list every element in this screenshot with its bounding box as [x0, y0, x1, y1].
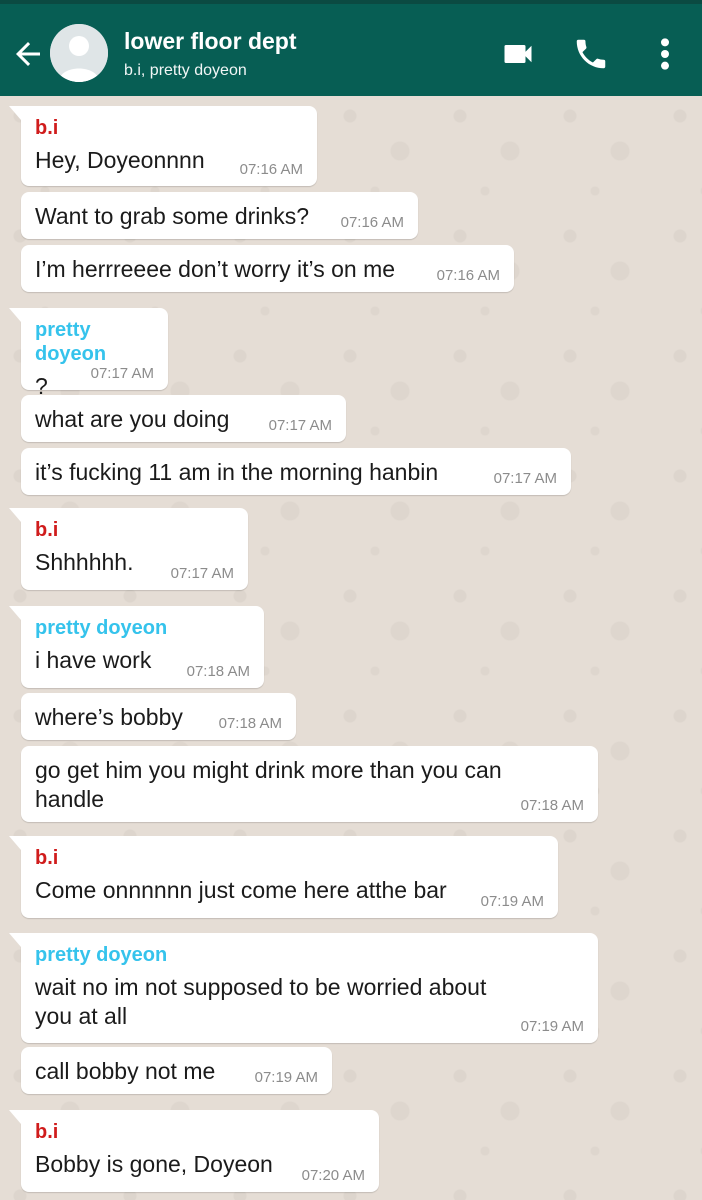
- message-bubble[interactable]: pretty doyeon wait no im not supposed to…: [9, 933, 598, 1043]
- message-bubble[interactable]: go get him you might drink more than you…: [21, 746, 598, 822]
- voice-call-icon[interactable]: [572, 34, 610, 74]
- message-time: 07:19 AM: [520, 1018, 584, 1035]
- message-time: 07:17 AM: [268, 417, 332, 434]
- message-bubble[interactable]: Want to grab some drinks? 07:16 AM: [21, 192, 418, 239]
- message-time: 07:18 AM: [520, 797, 584, 814]
- message-bubble[interactable]: what are you doing 07:17 AM: [21, 395, 346, 442]
- message-text: wait no im not supposed to be worried ab…: [35, 974, 487, 1029]
- sender-name: b.i: [35, 519, 59, 541]
- message-bubble[interactable]: it’s fucking 11 am in the morning hanbin…: [21, 448, 571, 495]
- message-time: 07:18 AM: [218, 715, 282, 732]
- message-bubble[interactable]: b.i Come onnnnnn just come here atthe ba…: [9, 836, 558, 918]
- group-avatar[interactable]: [50, 24, 108, 82]
- chat-title[interactable]: lower floor dept: [124, 28, 297, 55]
- sender-name: b.i: [35, 847, 59, 869]
- back-arrow-icon[interactable]: [10, 36, 46, 72]
- message-bubble[interactable]: b.i Bobby is gone, Doyeon 07:20 AM: [9, 1110, 379, 1192]
- message-time: 07:16 AM: [340, 214, 404, 231]
- message-time: 07:16 AM: [436, 267, 500, 284]
- message-time: 07:17 AM: [493, 470, 557, 487]
- message-time: 07:16 AM: [239, 161, 303, 178]
- message-time: 07:20 AM: [301, 1167, 365, 1184]
- default-avatar-icon: [50, 24, 108, 82]
- message-text: go get him you might drink more than you…: [35, 757, 502, 812]
- sender-name: pretty doyeon: [35, 944, 168, 966]
- message-time: 07:19 AM: [480, 893, 544, 910]
- message-time: 07:18 AM: [186, 663, 250, 680]
- message-bubble[interactable]: I’m herrreeee don’t worry it’s on me 07:…: [21, 245, 514, 292]
- message-time: 07:19 AM: [254, 1069, 318, 1086]
- message-time: 07:17 AM: [90, 365, 154, 382]
- sender-name: b.i: [35, 117, 59, 139]
- message-bubble[interactable]: where’s bobby 07:18 AM: [21, 693, 296, 740]
- message-bubble[interactable]: b.i Hey, Doyeonnnn 07:16 AM: [9, 106, 317, 186]
- sender-name: pretty doyeon: [35, 617, 168, 639]
- message-text: Come onnnnnn just come here atthe bar: [35, 877, 447, 903]
- more-options-icon[interactable]: [654, 34, 676, 74]
- chat-participants[interactable]: b.i, pretty doyeon: [124, 62, 247, 80]
- message-time: 07:17 AM: [170, 565, 234, 582]
- message-bubble[interactable]: call bobby not me 07:19 AM: [21, 1047, 332, 1094]
- message-text: I’m herrreeee don’t worry it’s on me: [35, 256, 396, 282]
- message-bubble[interactable]: pretty doyeon i have work 07:18 AM: [9, 606, 264, 688]
- message-bubble[interactable]: b.i Shhhhhh. 07:17 AM: [9, 508, 248, 590]
- message-text: it’s fucking 11 am in the morning hanbin: [35, 459, 439, 485]
- message-bubble[interactable]: pretty doyeon ? 07:17 AM: [9, 308, 168, 399]
- sender-name: pretty doyeon: [35, 319, 107, 365]
- message-list[interactable]: b.i Hey, Doyeonnnn 07:16 AM Want to grab…: [0, 96, 702, 1200]
- sender-name: b.i: [35, 1121, 59, 1143]
- chat-header: lower floor dept b.i, pretty doyeon: [0, 0, 702, 96]
- video-call-icon[interactable]: [500, 34, 536, 74]
